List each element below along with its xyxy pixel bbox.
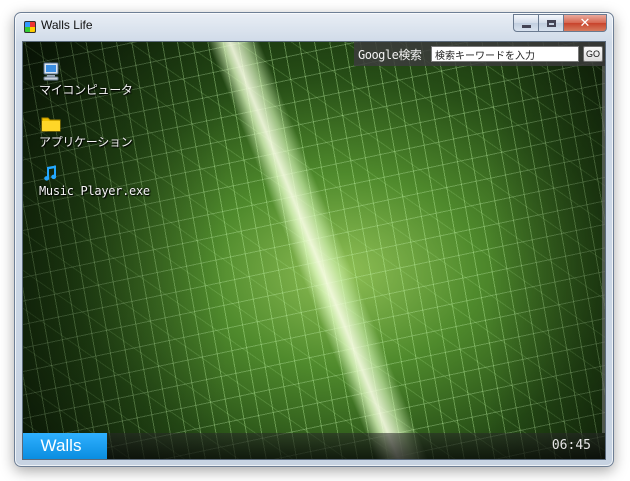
desktop-area[interactable]: Google検索 GO マイコンピュータ アプリケーション	[22, 41, 606, 460]
close-icon: ✕	[579, 15, 591, 31]
desktop-icon-label: マイコンピュータ	[39, 83, 133, 97]
maximize-button[interactable]	[539, 14, 564, 32]
minimize-icon	[521, 24, 531, 28]
search-label: Google検索	[358, 47, 422, 62]
window-controls: ✕	[513, 14, 607, 32]
music-note-icon	[44, 165, 57, 181]
google-search-bar: Google検索 GO	[354, 42, 605, 66]
title-bar[interactable]: Walls Life ✕	[15, 13, 613, 39]
close-button[interactable]: ✕	[564, 14, 607, 32]
folder-icon	[41, 117, 61, 132]
minimize-button[interactable]	[513, 14, 539, 32]
maximize-icon	[546, 19, 556, 27]
search-input[interactable]	[431, 46, 579, 62]
desktop-icon-label: Music Player.exe	[39, 184, 150, 198]
clock: 06:45	[551, 438, 591, 453]
taskbar: Walls 06:45	[23, 433, 605, 459]
go-button[interactable]: GO	[583, 46, 603, 62]
computer-icon	[43, 62, 59, 81]
start-button[interactable]: Walls	[23, 433, 107, 459]
right-edge-strip	[602, 66, 605, 433]
desktop-icon-label: アプリケーション	[39, 135, 133, 149]
app-window: Walls Life ✕ Google検索 GO	[14, 12, 614, 467]
app-logo-icon	[24, 21, 36, 33]
window-title: Walls Life	[41, 18, 93, 32]
